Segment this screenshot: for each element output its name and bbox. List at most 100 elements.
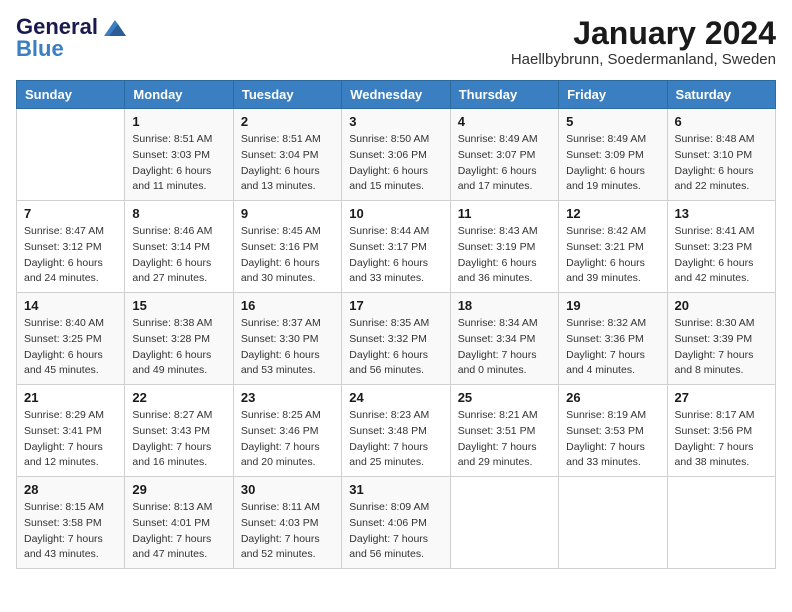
calendar-cell: 26Sunrise: 8:19 AMSunset: 3:53 PMDayligh…	[559, 385, 667, 477]
day-number: 6	[675, 114, 768, 129]
header-friday: Friday	[559, 81, 667, 109]
day-info: Sunrise: 8:11 AMSunset: 4:03 PMDaylight:…	[241, 500, 334, 563]
day-number: 7	[24, 206, 117, 221]
calendar-title-block: January 2024 Haellbybrunn, Soedermanland…	[511, 16, 776, 68]
header-sunday: Sunday	[17, 81, 125, 109]
day-info: Sunrise: 8:50 AMSunset: 3:06 PMDaylight:…	[349, 132, 442, 195]
header-wednesday: Wednesday	[342, 81, 450, 109]
calendar-cell: 23 Sunrise: 8:25 AMSunset: 3:46 PMDayligh…	[233, 385, 341, 477]
calendar-cell: 6 Sunrise: 8:48 AMSunset: 3:10 PMDaylight…	[667, 109, 775, 201]
calendar-cell: 10Sunrise: 8:44 AMSunset: 3:17 PMDayligh…	[342, 201, 450, 293]
calendar-week-row: 7 Sunrise: 8:47 AMSunset: 3:12 PMDaylight…	[17, 201, 776, 293]
day-number: 8	[132, 206, 225, 221]
day-number: 22	[132, 390, 225, 405]
header-monday: Monday	[125, 81, 233, 109]
day-info: Sunrise: 8:47 AMSunset: 3:12 PMDaylight:…	[24, 224, 117, 287]
day-number: 17	[349, 298, 442, 313]
day-info: Sunrise: 8:42 AMSunset: 3:21 PMDaylight:…	[566, 224, 659, 287]
logo-icon	[104, 20, 126, 36]
page-header: General Blue January 2024 Haellbybrunn, …	[16, 16, 776, 68]
calendar-location: Haellbybrunn, Soedermanland, Sweden	[511, 51, 776, 68]
day-number: 11	[458, 206, 551, 221]
day-number: 12	[566, 206, 659, 221]
day-number: 25	[458, 390, 551, 405]
day-info: Sunrise: 8:45 AMSunset: 3:16 PMDaylight:…	[241, 224, 334, 287]
day-number: 27	[675, 390, 768, 405]
day-info: Sunrise: 8:21 AMSunset: 3:51 PMDaylight:…	[458, 408, 551, 471]
day-info: Sunrise: 8:30 AMSunset: 3:39 PMDaylight:…	[675, 316, 768, 379]
calendar-cell	[559, 477, 667, 569]
day-info: Sunrise: 8:51 AMSunset: 3:04 PMDaylight:…	[241, 132, 334, 195]
calendar-cell: 15Sunrise: 8:38 AMSunset: 3:28 PMDayligh…	[125, 293, 233, 385]
day-number: 4	[458, 114, 551, 129]
day-info: Sunrise: 8:32 AMSunset: 3:36 PMDaylight:…	[566, 316, 659, 379]
calendar-cell: 8 Sunrise: 8:46 AMSunset: 3:14 PMDaylight…	[125, 201, 233, 293]
day-number: 30	[241, 482, 334, 497]
header-thursday: Thursday	[450, 81, 558, 109]
day-info: Sunrise: 8:27 AMSunset: 3:43 PMDaylight:…	[132, 408, 225, 471]
day-number: 1	[132, 114, 225, 129]
day-info: Sunrise: 8:13 AMSunset: 4:01 PMDaylight:…	[132, 500, 225, 563]
day-info: Sunrise: 8:38 AMSunset: 3:28 PMDaylight:…	[132, 316, 225, 379]
day-info: Sunrise: 8:34 AMSunset: 3:34 PMDaylight:…	[458, 316, 551, 379]
calendar-cell	[450, 477, 558, 569]
calendar-cell: 29 Sunrise: 8:13 AMSunset: 4:01 PMDayligh…	[125, 477, 233, 569]
calendar-cell: 20 Sunrise: 8:30 AMSunset: 3:39 PMDayligh…	[667, 293, 775, 385]
day-number: 18	[458, 298, 551, 313]
header-saturday: Saturday	[667, 81, 775, 109]
day-info: Sunrise: 8:49 AMSunset: 3:07 PMDaylight:…	[458, 132, 551, 195]
calendar-week-row: 28 Sunrise: 8:15 AMSunset: 3:58 PMDayligh…	[17, 477, 776, 569]
calendar-cell: 13Sunrise: 8:41 AMSunset: 3:23 PMDayligh…	[667, 201, 775, 293]
calendar-week-row: 14Sunrise: 8:40 AMSunset: 3:25 PMDayligh…	[17, 293, 776, 385]
day-number: 21	[24, 390, 117, 405]
day-number: 9	[241, 206, 334, 221]
day-info: Sunrise: 8:23 AMSunset: 3:48 PMDaylight:…	[349, 408, 442, 471]
calendar-month-year: January 2024	[511, 16, 776, 51]
calendar-cell: 17 Sunrise: 8:35 AMSunset: 3:32 PMDayligh…	[342, 293, 450, 385]
day-info: Sunrise: 8:17 AMSunset: 3:56 PMDaylight:…	[675, 408, 768, 471]
calendar-cell: 25 Sunrise: 8:21 AMSunset: 3:51 PMDayligh…	[450, 385, 558, 477]
calendar-week-row: 1 Sunrise: 8:51 AMSunset: 3:03 PMDaylight…	[17, 109, 776, 201]
day-info: Sunrise: 8:44 AMSunset: 3:17 PMDaylight:…	[349, 224, 442, 287]
day-info: Sunrise: 8:25 AMSunset: 3:46 PMDaylight:…	[241, 408, 334, 471]
day-number: 29	[132, 482, 225, 497]
day-number: 14	[24, 298, 117, 313]
calendar-cell: 27 Sunrise: 8:17 AMSunset: 3:56 PMDayligh…	[667, 385, 775, 477]
calendar-week-row: 21 Sunrise: 8:29 AMSunset: 3:41 PMDayligh…	[17, 385, 776, 477]
day-number: 2	[241, 114, 334, 129]
day-info: Sunrise: 8:51 AMSunset: 3:03 PMDaylight:…	[132, 132, 225, 195]
calendar-cell: 24Sunrise: 8:23 AMSunset: 3:48 PMDayligh…	[342, 385, 450, 477]
calendar-cell: 1 Sunrise: 8:51 AMSunset: 3:03 PMDaylight…	[125, 109, 233, 201]
day-number: 20	[675, 298, 768, 313]
calendar-cell: 5Sunrise: 8:49 AMSunset: 3:09 PMDaylight…	[559, 109, 667, 201]
calendar-table: SundayMondayTuesdayWednesdayThursdayFrid…	[16, 80, 776, 569]
calendar-cell: 22 Sunrise: 8:27 AMSunset: 3:43 PMDayligh…	[125, 385, 233, 477]
day-info: Sunrise: 8:48 AMSunset: 3:10 PMDaylight:…	[675, 132, 768, 195]
calendar-cell: 9 Sunrise: 8:45 AMSunset: 3:16 PMDaylight…	[233, 201, 341, 293]
day-info: Sunrise: 8:41 AMSunset: 3:23 PMDaylight:…	[675, 224, 768, 287]
day-number: 16	[241, 298, 334, 313]
day-info: Sunrise: 8:35 AMSunset: 3:32 PMDaylight:…	[349, 316, 442, 379]
calendar-cell: 16 Sunrise: 8:37 AMSunset: 3:30 PMDayligh…	[233, 293, 341, 385]
calendar-cell: 18 Sunrise: 8:34 AMSunset: 3:34 PMDayligh…	[450, 293, 558, 385]
day-info: Sunrise: 8:46 AMSunset: 3:14 PMDaylight:…	[132, 224, 225, 287]
day-info: Sunrise: 8:15 AMSunset: 3:58 PMDaylight:…	[24, 500, 117, 563]
day-info: Sunrise: 8:49 AMSunset: 3:09 PMDaylight:…	[566, 132, 659, 195]
calendar-cell: 4 Sunrise: 8:49 AMSunset: 3:07 PMDaylight…	[450, 109, 558, 201]
header-tuesday: Tuesday	[233, 81, 341, 109]
day-number: 26	[566, 390, 659, 405]
calendar-cell: 31 Sunrise: 8:09 AMSunset: 4:06 PMDayligh…	[342, 477, 450, 569]
calendar-cell	[17, 109, 125, 201]
day-number: 23	[241, 390, 334, 405]
day-number: 31	[349, 482, 442, 497]
day-info: Sunrise: 8:37 AMSunset: 3:30 PMDaylight:…	[241, 316, 334, 379]
calendar-header-row: SundayMondayTuesdayWednesdayThursdayFrid…	[17, 81, 776, 109]
day-number: 3	[349, 114, 442, 129]
day-info: Sunrise: 8:29 AMSunset: 3:41 PMDaylight:…	[24, 408, 117, 471]
calendar-cell: 12 Sunrise: 8:42 AMSunset: 3:21 PMDayligh…	[559, 201, 667, 293]
day-info: Sunrise: 8:09 AMSunset: 4:06 PMDaylight:…	[349, 500, 442, 563]
calendar-cell: 30 Sunrise: 8:11 AMSunset: 4:03 PMDayligh…	[233, 477, 341, 569]
day-number: 19	[566, 298, 659, 313]
day-number: 28	[24, 482, 117, 497]
day-info: Sunrise: 8:43 AMSunset: 3:19 PMDaylight:…	[458, 224, 551, 287]
